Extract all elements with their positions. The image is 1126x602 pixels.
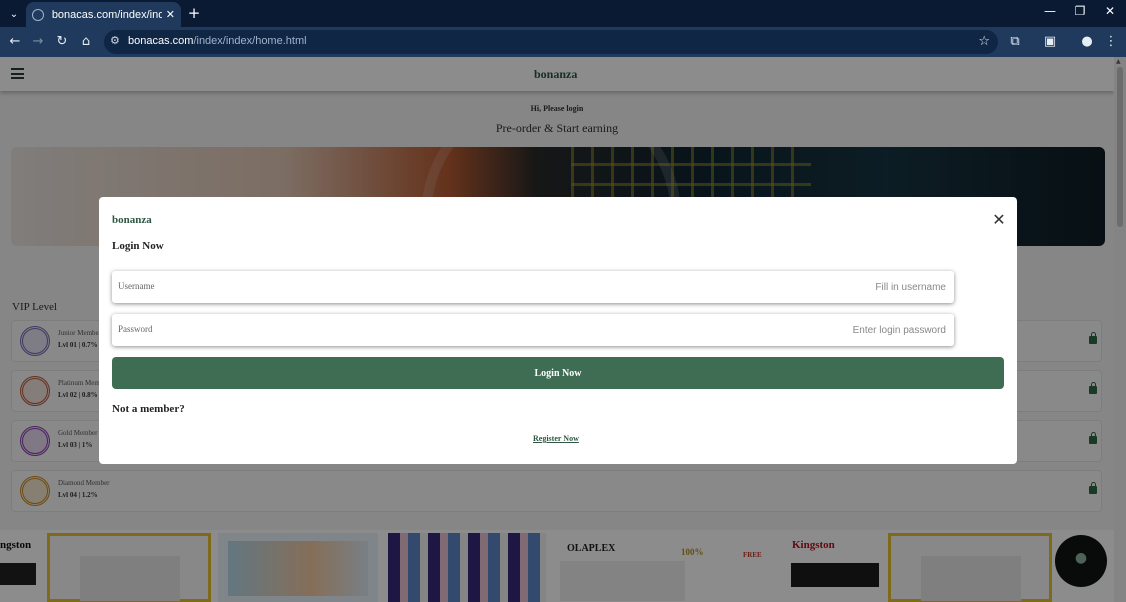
forward-icon[interactable]: → — [29, 33, 47, 51]
new-tab-icon[interactable]: + — [186, 5, 202, 21]
modal-heading: Login Now — [112, 240, 164, 252]
password-input[interactable] — [232, 320, 946, 340]
url-path: /index/index/home.html — [193, 35, 307, 47]
window-close-icon[interactable]: ✕ — [1100, 4, 1120, 18]
back-icon[interactable]: ← — [6, 33, 24, 51]
username-label: Username — [118, 281, 155, 291]
username-input[interactable] — [232, 277, 946, 297]
address-bar[interactable]: ⚙ bonacas.com/index/index/home.html ☆ — [104, 30, 998, 54]
url-text: bonacas.com/index/index/home.html — [128, 35, 307, 47]
minimize-icon[interactable]: — — [1040, 4, 1060, 18]
username-field: Username — [112, 271, 954, 303]
profile-icon[interactable]: ● — [1078, 33, 1096, 51]
site-info-icon[interactable]: ⚙ — [110, 34, 120, 47]
tab-search-icon[interactable]: ⌄ — [6, 6, 22, 22]
screenshot-icon[interactable]: ▣ — [1041, 33, 1059, 51]
password-field: Password — [112, 314, 954, 346]
modal-logo: bonanza — [112, 214, 152, 226]
home-icon[interactable]: ⌂ — [77, 33, 95, 51]
globe-icon — [32, 8, 44, 21]
url-domain: bonacas.com — [128, 35, 194, 47]
reload-icon[interactable]: ↻ — [53, 33, 71, 51]
browser-menu-icon[interactable]: ⋮ — [1102, 33, 1120, 51]
register-link[interactable]: Register Now — [533, 434, 579, 443]
extensions-icon[interactable]: ⧉ — [1006, 33, 1024, 51]
browser-tab[interactable]: bonacas.com/index/index/home.html ✕ — [26, 2, 181, 27]
browser-tab-strip: ⌄ bonacas.com/index/index/home.html ✕ + … — [0, 0, 1126, 27]
password-label: Password — [118, 324, 153, 334]
tab-title: bonacas.com/index/index/home.html — [51, 8, 162, 21]
bookmark-star-icon[interactable]: ☆ — [978, 34, 990, 49]
login-button[interactable]: Login Now — [112, 357, 1004, 389]
tab-close-icon[interactable]: ✕ — [166, 8, 175, 21]
close-icon[interactable]: ✕ — [992, 212, 1006, 228]
restore-icon[interactable]: ❐ — [1070, 4, 1090, 18]
not-member-text: Not a member? — [112, 403, 185, 415]
login-modal: bonanza ✕ Login Now Username Password Lo… — [99, 197, 1017, 464]
browser-toolbar: ← → ↻ ⌂ ⚙ bonacas.com/index/index/home.h… — [0, 27, 1126, 57]
